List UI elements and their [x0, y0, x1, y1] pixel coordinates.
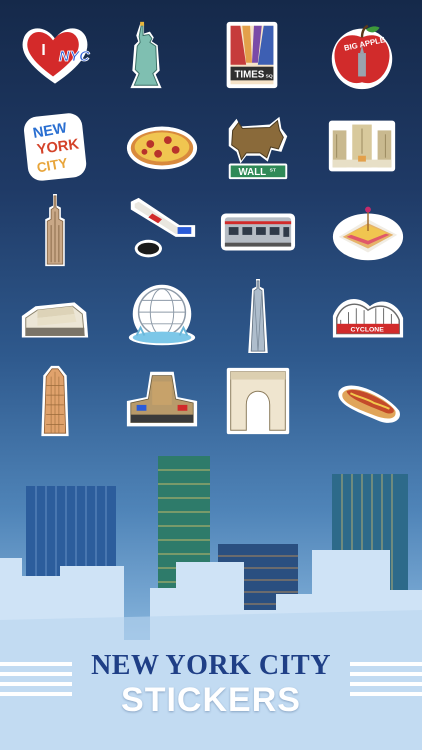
sticker-madison-square-garden[interactable]: [122, 361, 202, 441]
sticker-hockey[interactable]: [122, 191, 202, 271]
title-line-1: NEW YORK CITY: [91, 650, 331, 681]
empire-state-building-icon: [45, 193, 65, 267]
sticker-text: WALL: [239, 167, 267, 178]
title-line-2: STICKERS: [121, 681, 301, 719]
sticker-i-love-nyc[interactable]: I NYC: [15, 15, 95, 95]
sticker-text: ST: [270, 167, 276, 173]
app-screen: I NYC TIMES SQ BIG APPLE NEW YORK CITY W…: [0, 0, 422, 750]
coney-island-cyclone-icon: CYCLONE: [332, 299, 404, 338]
flatiron-building-icon: [41, 365, 69, 437]
sticker-subway-train[interactable]: [218, 191, 298, 271]
sticker-times-square[interactable]: TIMES SQ: [212, 15, 292, 95]
new-york-city-text-icon: NEW YORK CITY: [24, 113, 87, 181]
sticker-new-york-city-text[interactable]: NEW YORK CITY: [15, 106, 95, 186]
guggenheim-museum-icon: [21, 302, 89, 338]
times-square-icon: TIMES SQ: [226, 21, 278, 89]
sticker-wall-street-bull[interactable]: WALL ST: [218, 106, 298, 186]
sticker-sandwich[interactable]: [328, 191, 408, 271]
sticker-text: SQ: [266, 73, 273, 79]
sticker-guggenheim[interactable]: [15, 276, 95, 356]
sticker-pizza[interactable]: [122, 106, 202, 186]
sticker-hot-dog[interactable]: [328, 361, 408, 441]
big-apple-icon: BIG APPLE: [331, 24, 393, 90]
sticker-flatiron-building[interactable]: [15, 361, 95, 441]
sticker-text: TIMES: [234, 69, 264, 80]
i-love-nyc-heart-icon: I NYC: [22, 28, 91, 84]
hot-dog-icon: [338, 385, 400, 423]
sticker-unisphere[interactable]: [122, 276, 202, 356]
hockey-stick-puck-icon: [130, 197, 196, 258]
subway-train-icon: [220, 213, 296, 251]
washington-square-arch-icon: [226, 367, 290, 435]
sticker-coney-island-cyclone[interactable]: CYCLONE: [328, 276, 408, 356]
sticker-text: CYCLONE: [350, 327, 384, 334]
wall-street-bull-icon: WALL ST: [228, 116, 288, 180]
sticker-empire-state-building[interactable]: [15, 191, 95, 271]
sticker-rockefeller-center[interactable]: [322, 106, 402, 186]
rockefeller-center-icon: [328, 120, 396, 172]
sticker-washington-square-arch[interactable]: [218, 361, 298, 441]
pizza-icon: [126, 126, 198, 170]
one-world-trade-center-icon: [248, 278, 268, 354]
unisphere-icon: [128, 284, 196, 346]
sticker-text: I: [41, 42, 45, 59]
sticker-big-apple[interactable]: BIG APPLE: [322, 15, 402, 95]
sandwich-icon: [332, 206, 404, 261]
sticker-text: NYC: [59, 49, 90, 65]
madison-square-garden-icon: [126, 371, 198, 427]
statue-of-liberty-icon: [130, 21, 162, 89]
sticker-statue-of-liberty[interactable]: [106, 15, 186, 95]
sticker-one-world-trade-center[interactable]: [218, 276, 298, 356]
